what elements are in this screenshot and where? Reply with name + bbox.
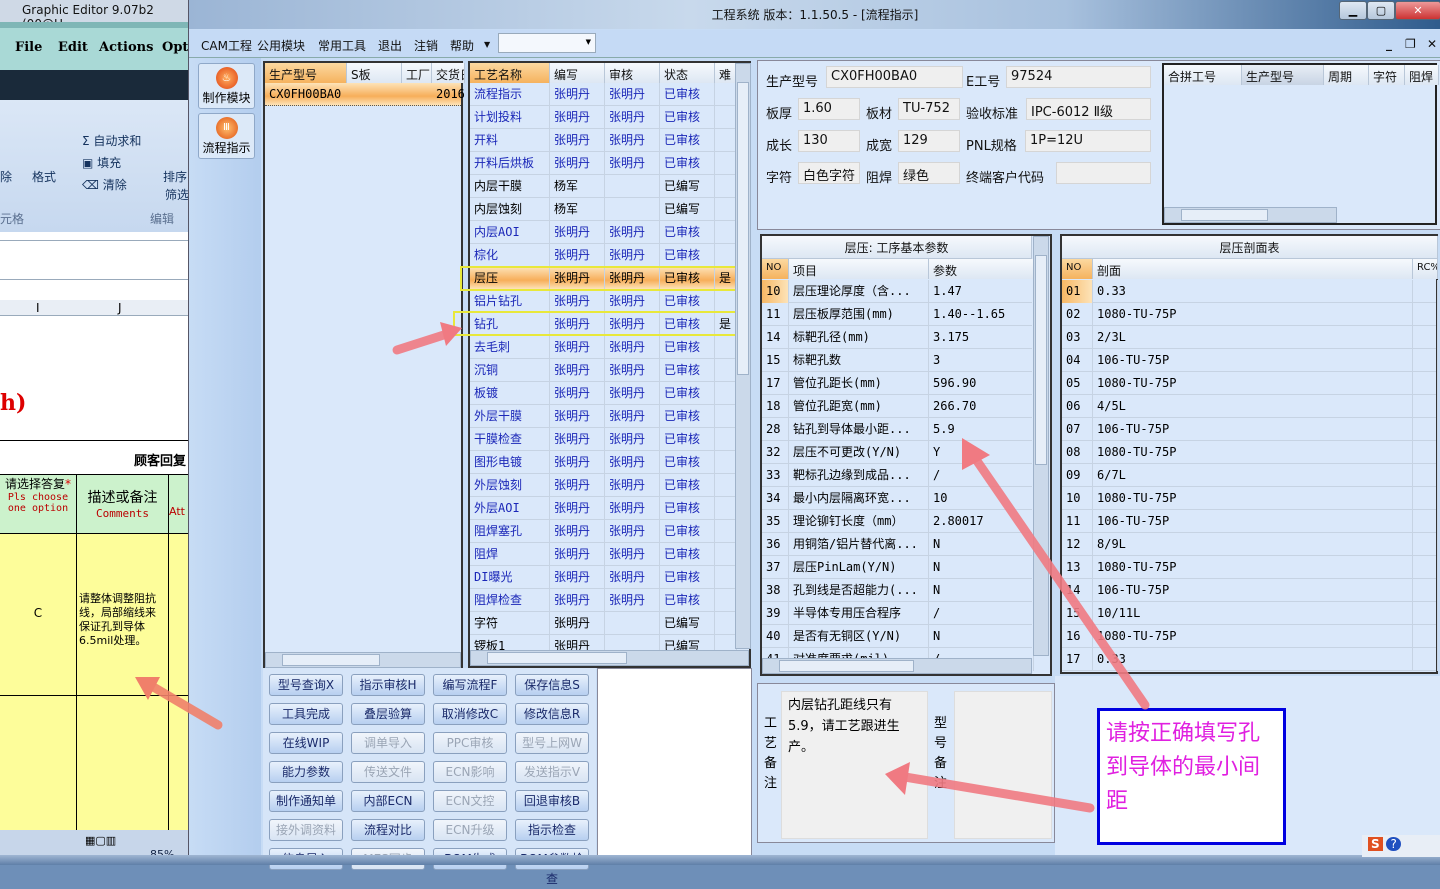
ime-toolbar[interactable]: S ? bbox=[1362, 835, 1440, 857]
taskbar bbox=[0, 855, 1440, 865]
sogou-icon[interactable]: S bbox=[1368, 837, 1383, 851]
annotation-arrows bbox=[135, 322, 1150, 813]
help-icon[interactable]: ? bbox=[1386, 837, 1401, 851]
arrow-to-min-distance bbox=[962, 438, 1150, 710]
arrow-to-remark bbox=[885, 762, 1095, 813]
arrow-to-drill-row bbox=[392, 322, 462, 355]
arrow-to-comment bbox=[135, 677, 223, 730]
